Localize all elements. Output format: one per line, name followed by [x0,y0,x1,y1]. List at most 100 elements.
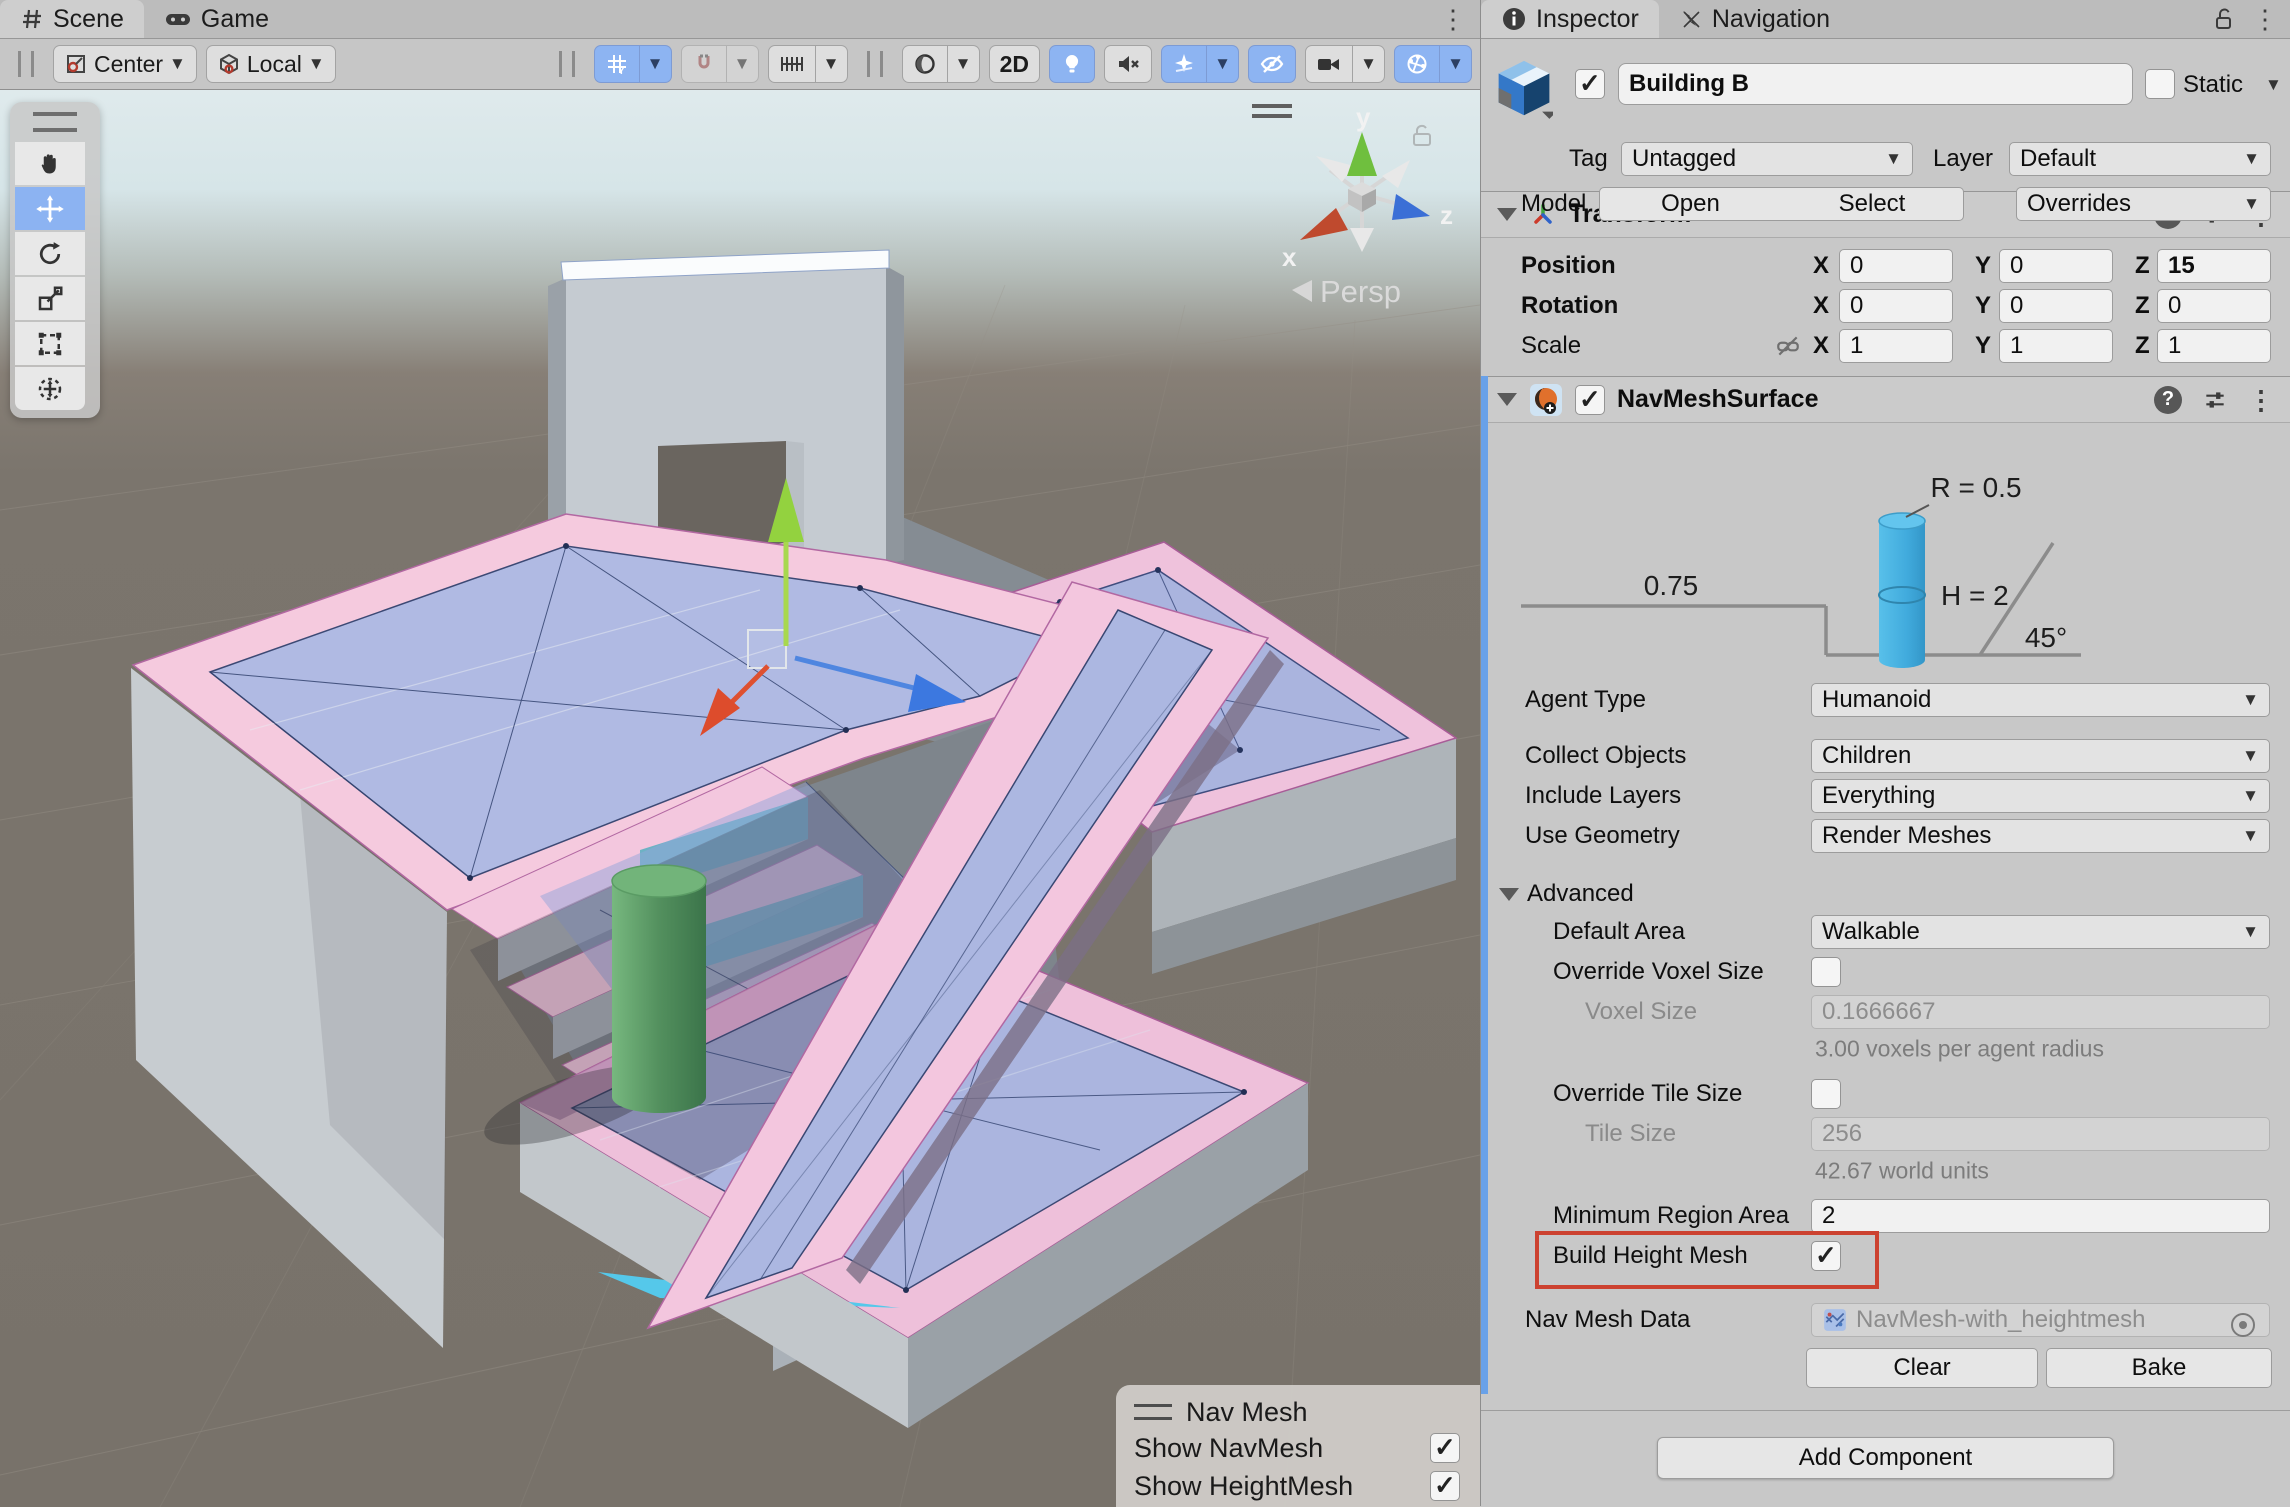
scale-y-field[interactable]: 1 [1999,329,2113,363]
layer-label: Layer [1933,145,1993,173]
tool-rect[interactable] [15,322,85,365]
overrides-dropdown[interactable]: Overrides▼ [2016,187,2271,221]
effects-toggle[interactable] [1161,45,1207,83]
grid-options-caret[interactable]: ▼ [640,45,672,83]
tool-transform[interactable] [15,367,85,410]
chevron-down-icon: ▼ [2243,194,2260,214]
tab-game[interactable]: Game [144,0,289,38]
nav-mesh-data-field[interactable]: NavMesh-with_heightmesh [1811,1303,2270,1337]
agent-type-dropdown[interactable]: Humanoid▼ [1811,683,2270,717]
toolbar-grip[interactable] [559,51,575,77]
scale-z-field[interactable]: 1 [2157,329,2271,363]
overlay-grip-icon[interactable] [1134,1404,1172,1420]
persp-label[interactable]: Persp [1320,274,1401,309]
component-enabled-checkbox[interactable] [1575,385,1605,415]
grid-visibility-button[interactable]: Y [594,45,640,83]
gizmos-toggle[interactable] [1394,45,1440,83]
add-component-button[interactable]: Add Component [1657,1437,2114,1479]
tab-inspector[interactable]: Inspector [1481,0,1659,38]
eye-slash-icon [1259,52,1285,76]
inspector-menu-icon[interactable]: ⋮ [2252,6,2278,32]
voxel-size-hint: 3.00 voxels per agent radius [1815,1036,2104,1063]
show-navmesh-checkbox[interactable] [1430,1433,1460,1463]
model-select-button[interactable]: Select [1781,187,1964,221]
rotation-z-field[interactable]: 0 [2157,289,2271,323]
gameobject-name-field[interactable]: Building B [1618,63,2133,105]
snap-button[interactable] [681,45,727,83]
tile-size-value: 256 [1822,1120,1862,1148]
svg-text:Y: Y [618,66,625,76]
tag-dropdown[interactable]: Untagged▼ [1621,142,1913,176]
link-broken-icon[interactable] [1775,333,1801,359]
navmesh-overlay-header[interactable]: Nav Mesh [1134,1395,1460,1429]
tool-scale[interactable] [15,277,85,320]
gizmo-center-handle[interactable] [748,630,786,668]
snap-increment-caret[interactable]: ▼ [816,45,848,83]
2d-toggle[interactable]: 2D [989,45,1040,83]
use-geometry-dropdown[interactable]: Render Meshes▼ [1811,819,2270,853]
draw-mode-button[interactable] [902,45,948,83]
gizmos-caret[interactable]: ▼ [1440,45,1472,83]
object-picker-icon[interactable] [2231,1313,2255,1337]
position-x-field[interactable]: 0 [1839,249,1953,283]
show-heightmesh-checkbox[interactable] [1430,1471,1460,1501]
scene-tab-menu-icon[interactable]: ⋮ [1440,6,1466,32]
position-z-field[interactable]: 15 [2157,249,2271,283]
clear-button[interactable]: Clear [1806,1348,2038,1388]
static-caret-icon[interactable]: ▼ [2265,75,2282,95]
help-icon[interactable]: ? [2154,386,2182,414]
bake-button[interactable]: Bake [2046,1348,2272,1388]
draw-mode-caret[interactable]: ▼ [948,45,980,83]
model-open-button[interactable]: Open [1599,187,1782,221]
divider [1481,1410,2290,1411]
rotation-x-field[interactable]: 0 [1839,289,1953,323]
override-tile-checkbox[interactable] [1811,1079,1841,1109]
advanced-foldout[interactable]: Advanced [1481,876,2290,912]
default-area-dropdown[interactable]: Walkable▼ [1811,915,2270,949]
pivot-dropdown[interactable]: Center▼ [53,45,197,83]
lock-icon[interactable] [2212,6,2236,32]
toolbar-grip[interactable] [18,51,34,77]
toolbar-grip[interactable] [867,51,883,77]
build-height-mesh-checkbox[interactable] [1811,1241,1841,1271]
tab-scene[interactable]: Scene [0,0,144,38]
layer-dropdown[interactable]: Default▼ [2009,142,2271,176]
tool-move[interactable] [15,187,85,230]
camera-settings-button[interactable] [1305,45,1353,83]
prefab-cube-icon[interactable] [1495,57,1553,119]
tab-navigation[interactable]: Navigation [1659,0,1850,38]
foldout-icon[interactable] [1497,208,1517,221]
collect-objects-dropdown[interactable]: Children▼ [1811,739,2270,773]
min-region-field[interactable]: 2 [1811,1199,2270,1233]
position-y-field[interactable]: 0 [1999,249,2113,283]
scene-viewport[interactable]: y x z Persp [0,90,1480,1507]
override-voxel-checkbox[interactable] [1811,957,1841,987]
audio-toggle[interactable] [1104,45,1152,83]
component-menu-icon[interactable]: ⋮ [2248,387,2274,413]
gamepad-icon [164,7,192,31]
scale-row: Scale X 1 Y 1 Z 1 [1481,326,2290,366]
scene-visibility-toggle[interactable] [1248,45,1296,83]
camera-settings-caret[interactable]: ▼ [1353,45,1385,83]
orientation-dropdown[interactable]: Local▼ [206,45,336,83]
axis-x-label: X [1813,252,1829,280]
lighting-toggle[interactable] [1049,45,1095,83]
tool-rotate[interactable] [15,232,85,275]
select-label: Select [1839,190,1906,218]
include-layers-dropdown[interactable]: Everything▼ [1811,779,2270,813]
tool-hand[interactable] [15,142,85,185]
gameobject-enabled-checkbox[interactable] [1575,69,1605,99]
rotation-y-field[interactable]: 0 [1999,289,2113,323]
snap-increment-button[interactable] [768,45,816,83]
snap-options-caret[interactable]: ▼ [727,45,759,83]
foldout-icon[interactable] [1497,393,1517,406]
effects-caret[interactable]: ▼ [1207,45,1239,83]
navmeshsurface-header[interactable]: NavMeshSurface ? ⋮ [1481,376,2290,423]
palette-grip[interactable] [33,112,77,132]
collect-objects-row: Collect Objects Children▼ [1481,736,2290,776]
orientation-label: Local [247,51,302,78]
static-checkbox[interactable] [2145,69,2175,99]
scale-x-field[interactable]: 1 [1839,329,1953,363]
include-layers-label: Include Layers [1525,782,1681,810]
presets-icon[interactable] [2202,387,2228,413]
